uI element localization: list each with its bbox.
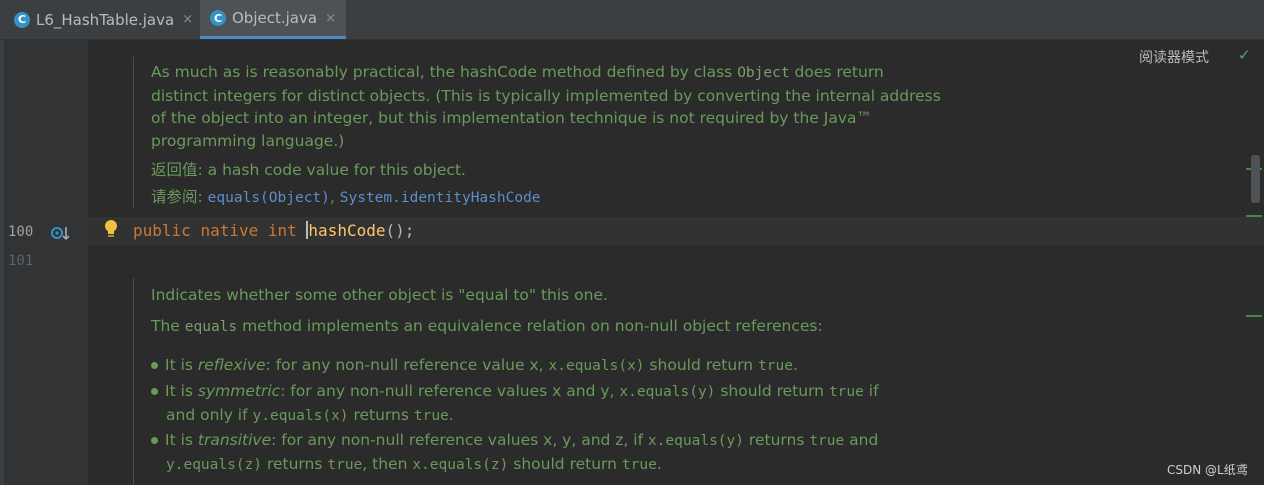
doc-border: [133, 57, 134, 209]
line-number-100: 100: [8, 224, 34, 240]
doc-equals-relation: The equals method implements an equivale…: [151, 317, 823, 335]
link-system-identityhashcode[interactable]: System.identityHashCode: [340, 190, 541, 206]
method-name[interactable]: hashCode: [308, 221, 385, 240]
bullet-icon: [151, 388, 158, 395]
reader-mode-button[interactable]: 阅读器模式: [1139, 47, 1209, 67]
scrollbar-marker[interactable]: [1246, 315, 1262, 317]
bullet-icon: [151, 362, 158, 369]
editor-tab-bar: C L6_HashTable.java × C Object.java ×: [0, 0, 1264, 40]
tool-window-strip: [0, 40, 4, 485]
doc-bullet-reflexive: It is reflexive: for any non-null refere…: [151, 354, 798, 378]
java-class-icon: C: [14, 11, 30, 28]
doc-bullet-symmetric: It is symmetric: for any non-null refere…: [151, 380, 879, 427]
watermark: CSDN @L纸鸢: [1167, 463, 1248, 477]
doc-see-also: 请参阅: equals(Object), System.identityHash…: [151, 188, 541, 206]
lightbulb-icon[interactable]: [103, 219, 121, 239]
doc-bullet-transitive: It is transitive: for any non-null refer…: [151, 429, 878, 476]
doc-border: [133, 278, 134, 485]
close-icon[interactable]: ×: [182, 12, 193, 27]
tab-label: Object.java: [232, 9, 318, 27]
doc-equals-summary: Indicates whether some other object is "…: [151, 286, 608, 304]
implemented-method-icon[interactable]: [50, 224, 70, 242]
scrollbar-thumb[interactable]: [1251, 155, 1260, 203]
bullet-icon: [151, 437, 158, 444]
tab-object[interactable]: C Object.java ×: [200, 0, 346, 39]
line-number-101: 101: [8, 253, 34, 269]
checkmark-icon[interactable]: ✓: [1238, 46, 1251, 64]
returns-label: 返回值:: [151, 161, 203, 179]
doc-hashcode-description: As much as is reasonably practical, the …: [151, 63, 941, 150]
scrollbar-marker[interactable]: [1246, 215, 1262, 217]
tab-label: L6_HashTable.java: [36, 10, 175, 29]
close-icon[interactable]: ×: [325, 11, 336, 26]
link-equals-object[interactable]: equals(Object): [208, 190, 330, 206]
tab-l6-hashtable[interactable]: C L6_HashTable.java ×: [14, 0, 193, 39]
code-line-hashcode[interactable]: public native int hashCode();: [133, 221, 414, 240]
doc-returns: 返回值: a hash code value for this object.: [151, 161, 466, 179]
java-class-icon: C: [210, 10, 226, 26]
see-also-label: 请参阅:: [151, 188, 203, 206]
